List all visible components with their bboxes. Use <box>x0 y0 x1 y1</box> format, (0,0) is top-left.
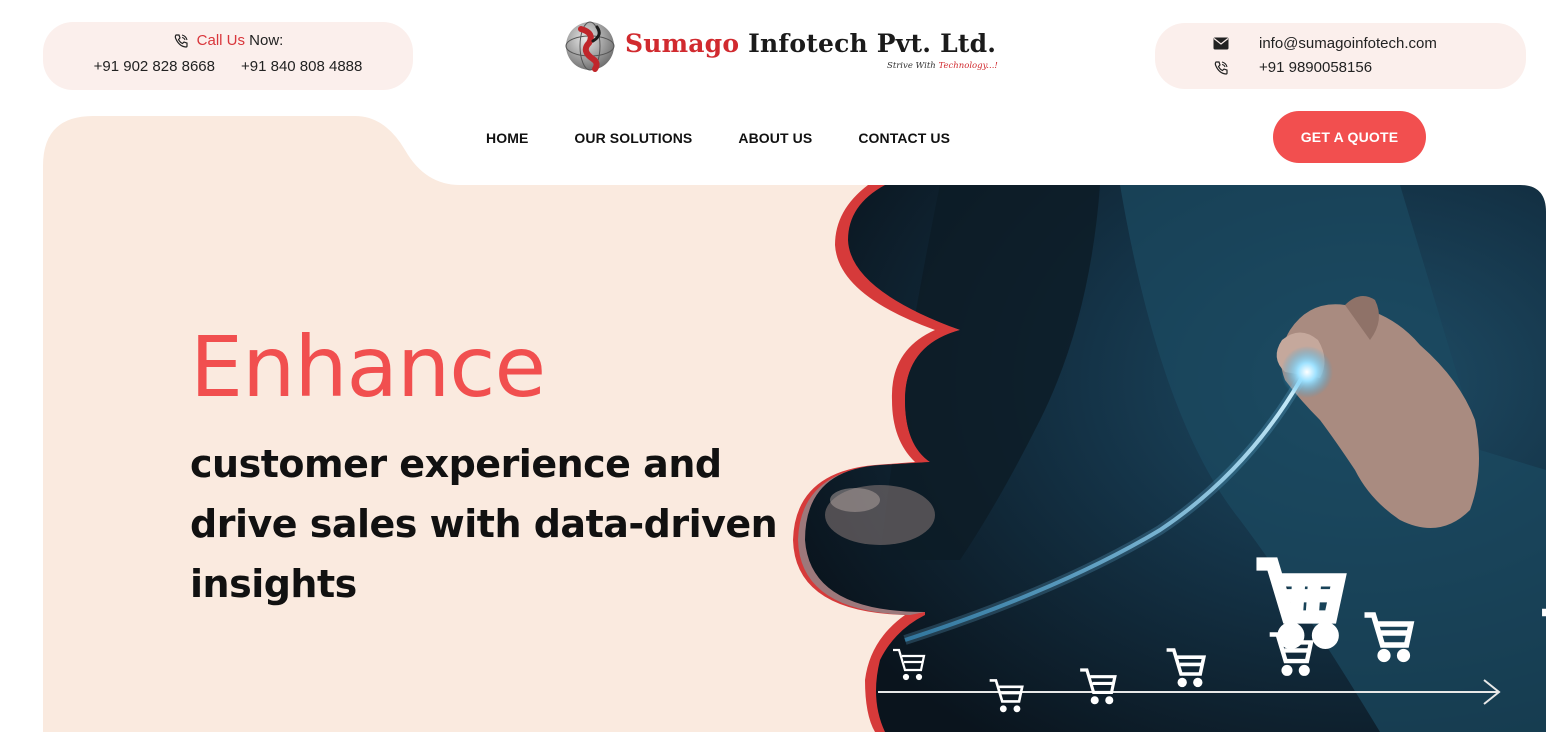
phone-icon <box>1214 60 1228 75</box>
envelope-icon <box>1213 37 1229 50</box>
call-us-row: Call Us Now: <box>43 32 413 49</box>
logo-globe-icon <box>565 21 615 72</box>
contact-email-pill: info@sumagoinfotech.com +91 9890058156 <box>1155 23 1526 89</box>
hero-subtitle: customer experience and drive sales with… <box>190 442 778 606</box>
logo-wordmark: Sumago Infotech Pvt. Ltd. <box>625 29 997 58</box>
main-nav: HOME OUR SOLUTIONS ABOUT US CONTACT US <box>486 130 950 146</box>
call-us-label: Call Us <box>196 32 245 49</box>
nav-contact-us[interactable]: CONTACT US <box>858 130 950 146</box>
email-row: info@sumagoinfotech.com <box>1213 35 1437 52</box>
phone-row: +91 9890058156 <box>1213 59 1372 76</box>
email-link[interactable]: info@sumagoinfotech.com <box>1259 35 1437 52</box>
phone-number-1[interactable]: +91 902 828 8668 <box>94 58 215 75</box>
phone-number-2[interactable]: +91 840 808 4888 <box>241 58 362 75</box>
nav-home[interactable]: HOME <box>486 130 528 146</box>
phone-numbers: +91 902 828 8668 +91 840 808 4888 <box>43 58 413 75</box>
logo-tagline: Strive With Technology...! <box>887 61 998 71</box>
nav-about-us[interactable]: ABOUT US <box>738 130 812 146</box>
hero-title: Enhance <box>190 318 546 416</box>
get-a-quote-button[interactable]: GET A QUOTE <box>1273 111 1426 163</box>
company-logo[interactable]: Sumago Infotech Pvt. Ltd. Strive With Te… <box>563 17 1013 77</box>
phone-icon <box>174 33 188 48</box>
phone-link[interactable]: +91 9890058156 <box>1259 59 1372 76</box>
contact-call-pill: Call Us Now: +91 902 828 8668 +91 840 80… <box>43 22 413 90</box>
nav-our-solutions[interactable]: OUR SOLUTIONS <box>574 130 692 146</box>
call-now-label: Now: <box>249 32 284 49</box>
